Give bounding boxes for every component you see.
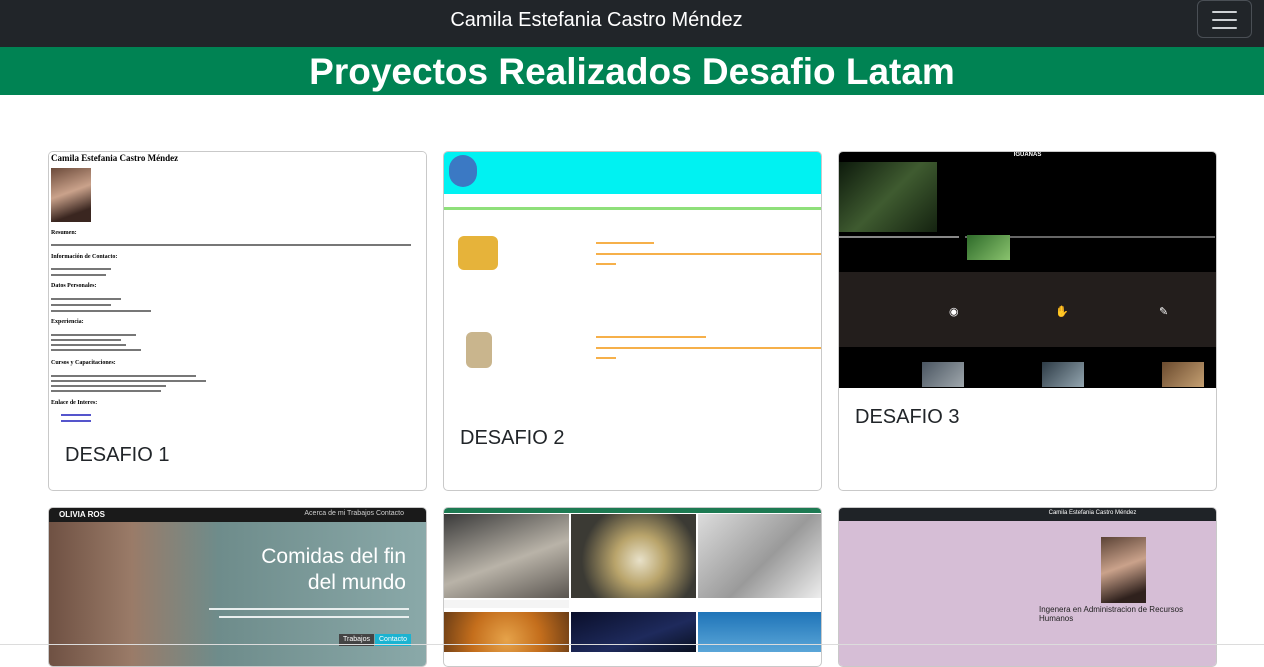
preview-heading: IGUANAS (1013, 152, 1042, 158)
preview-section-heading: Información de Contacto: (51, 254, 118, 260)
card-title: DESAFIO 1 (65, 444, 170, 466)
project-card-4[interactable]: OLIVIA ROS Acerca de mi Trabajos Contact… (48, 507, 427, 667)
preview-photo (1101, 537, 1146, 603)
project-preview-image (444, 152, 821, 397)
navbar-toggle-button[interactable] (1197, 0, 1252, 38)
hand-icon: ✋ (1055, 306, 1069, 318)
card-title: DESAFIO 2 (460, 427, 565, 449)
preview-name: Camila Estefania Castro Méndez (51, 153, 179, 163)
preview-photo (51, 168, 91, 222)
preview-caption: Ingenera en Administracion de Recursos H… (1039, 605, 1184, 623)
page-title: Proyectos Realizados Desafio Latam (309, 51, 955, 92)
project-card-2[interactable]: DESAFIO 2 (443, 151, 822, 491)
preview-section-heading: Experiencia: (51, 319, 84, 325)
project-card-6[interactable]: Camila Estefania Castro Méndez Ingenera … (838, 507, 1217, 667)
hamburger-icon (1212, 11, 1237, 29)
project-card-5[interactable] (443, 507, 822, 667)
project-card-1[interactable]: Camila Estefania Castro Méndez Resumen: … (48, 151, 427, 491)
eye-icon: ◉ (949, 306, 959, 318)
preview-section-heading: Cursos y Capacitaciones: (51, 360, 116, 366)
preview-nav-text: Camila Estefania Castro Méndez (1048, 510, 1137, 516)
brush-icon: ✎ (1159, 306, 1169, 318)
preview-section-heading: Resumen: (51, 230, 77, 236)
preview-brand: OLIVIA ROS (59, 510, 105, 519)
preview-section-heading: Enlace de Interes: (51, 400, 98, 406)
preview-heading: Comidas del fin del mundo (261, 545, 406, 594)
project-card-3[interactable]: IGUANAS ◉ ✋ ✎ DESAFIO 3 (838, 151, 1217, 491)
project-preview-image: Camila Estefania Castro Méndez Resumen: … (49, 152, 426, 427)
project-preview-image: IGUANAS ◉ ✋ ✎ (839, 152, 1216, 388)
hero-banner: Proyectos Realizados Desafio Latam (0, 47, 1264, 95)
card-title: DESAFIO 3 (855, 406, 960, 428)
navbar-brand[interactable]: Camila Estefania Castro Méndez (0, 8, 1193, 32)
navbar: Camila Estefania Castro Méndez (0, 0, 1264, 47)
preview-section-heading: Datos Personales: (51, 283, 97, 289)
preview-nav-links: Acerca de mi Trabajos Contacto (304, 510, 404, 517)
